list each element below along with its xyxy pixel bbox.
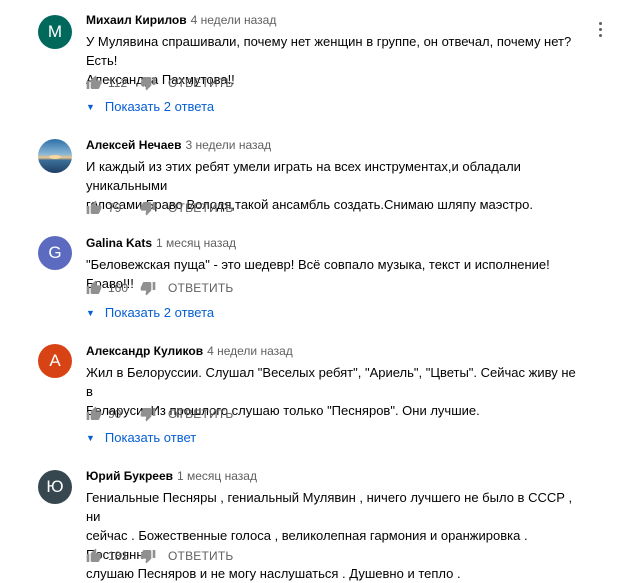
comment-body: Михаил Кирилов 4 недели назад У Мулявина …: [86, 13, 586, 114]
comment-header: Александр Куликов 4 недели назад: [86, 344, 586, 358]
timestamp[interactable]: 4 недели назад: [207, 344, 293, 358]
thumbs-up-icon[interactable]: [86, 548, 102, 564]
timestamp[interactable]: 1 месяц назад: [177, 469, 257, 483]
timestamp[interactable]: 4 недели назад: [191, 13, 277, 27]
chevron-down-icon: ▼: [86, 432, 95, 443]
author-name[interactable]: Юрий Букреев: [86, 469, 173, 483]
like-count: 131: [108, 549, 129, 563]
thumbs-up-icon[interactable]: [86, 280, 102, 296]
comment-actions: 90 ОТВЕТИТЬ: [86, 405, 233, 423]
comment-header: Алексей Нечаев 3 недели назад: [86, 138, 586, 152]
comment-body: Юрий Букреев 1 месяц назад Гениальные Пес…: [86, 469, 586, 583]
timestamp[interactable]: 1 месяц назад: [156, 236, 236, 250]
reply-button[interactable]: ОТВЕТИТЬ: [168, 407, 233, 421]
avatar-letter: М: [47, 22, 63, 41]
comment-line: У Мулявина спрашивали, почему нет женщин…: [86, 34, 572, 68]
comment-actions: 112 ОТВЕТИТЬ: [86, 74, 233, 92]
comment-body: Александр Куликов 4 недели назад Жил в Бе…: [86, 344, 586, 445]
chevron-down-icon: ▼: [86, 101, 95, 112]
like-count: 112: [108, 76, 128, 90]
reply-button[interactable]: ОТВЕТИТЬ: [168, 281, 233, 295]
avatar[interactable]: А: [38, 344, 72, 378]
comment-actions: 160 ОТВЕТИТЬ: [86, 279, 233, 297]
comment-line: Жил в Белоруссии. Слушал "Веселых ребят"…: [86, 365, 576, 399]
avatar-letter: Ю: [46, 477, 64, 496]
comment-header: Михаил Кирилов 4 недели назад: [86, 13, 586, 27]
comment-line: Гениальные Песняры , гениальный Мулявин …: [86, 490, 573, 524]
avatar-letter: G: [48, 243, 62, 262]
like-count: 90: [108, 407, 122, 421]
thumbs-down-icon[interactable]: [140, 75, 156, 91]
author-name[interactable]: Алексей Нечаев: [86, 138, 181, 152]
more-options-icon[interactable]: [598, 22, 604, 40]
thumbs-down-icon[interactable]: [140, 280, 156, 296]
comment-header: Galina Kats 1 месяц назад: [86, 236, 586, 250]
comment-line: И каждый из этих ребят умели играть на в…: [86, 159, 521, 193]
show-replies-button[interactable]: ▼ Показать ответ: [86, 430, 196, 445]
author-name[interactable]: Galina Kats: [86, 236, 152, 250]
author-name[interactable]: Михаил Кирилов: [86, 13, 187, 27]
timestamp[interactable]: 3 недели назад: [185, 138, 271, 152]
avatar[interactable]: [38, 139, 72, 173]
comments-list: М Михаил Кирилов 4 недели назад У Мулявин…: [0, 0, 620, 581]
comment-actions: 79 ОТВЕТИТЬ: [86, 199, 233, 217]
thumbs-up-icon[interactable]: [86, 200, 102, 216]
author-name[interactable]: Александр Куликов: [86, 344, 203, 358]
comment-header: Юрий Букреев 1 месяц назад: [86, 469, 586, 483]
reply-button[interactable]: ОТВЕТИТЬ: [168, 549, 233, 563]
show-replies-label: Показать 2 ответа: [104, 99, 215, 114]
avatar[interactable]: G: [38, 236, 72, 270]
like-count: 160: [108, 281, 129, 295]
avatar[interactable]: Ю: [38, 470, 72, 504]
comment-body: Алексей Нечаев 3 недели назад И каждый из…: [86, 138, 586, 217]
reply-button[interactable]: ОТВЕТИТЬ: [168, 76, 233, 90]
chevron-down-icon: ▼: [86, 307, 95, 318]
show-replies-button[interactable]: ▼ Показать 2 ответа: [86, 305, 214, 320]
thumbs-down-icon[interactable]: [140, 200, 156, 216]
comment-body: Galina Kats 1 месяц назад "Беловежская пу…: [86, 236, 586, 320]
show-replies-label: Показать ответ: [104, 430, 197, 445]
avatar[interactable]: М: [38, 15, 72, 49]
seascape-photo-icon: [38, 139, 72, 173]
avatar-letter: А: [49, 351, 61, 370]
comment-line: слушаю Песняров и не могу наслушаться . …: [86, 566, 461, 581]
thumbs-up-icon[interactable]: [86, 75, 102, 91]
thumbs-down-icon[interactable]: [140, 406, 156, 422]
reply-button[interactable]: ОТВЕТИТЬ: [168, 201, 233, 215]
show-replies-label: Показать 2 ответа: [104, 305, 215, 320]
thumbs-down-icon[interactable]: [140, 548, 156, 564]
comment-text: Гениальные Песняры , гениальный Мулявин …: [86, 488, 586, 583]
like-count: 79: [108, 201, 122, 215]
thumbs-up-icon[interactable]: [86, 406, 102, 422]
show-replies-button[interactable]: ▼ Показать 2 ответа: [86, 99, 214, 114]
comment-actions: 131 ОТВЕТИТЬ: [86, 547, 233, 565]
